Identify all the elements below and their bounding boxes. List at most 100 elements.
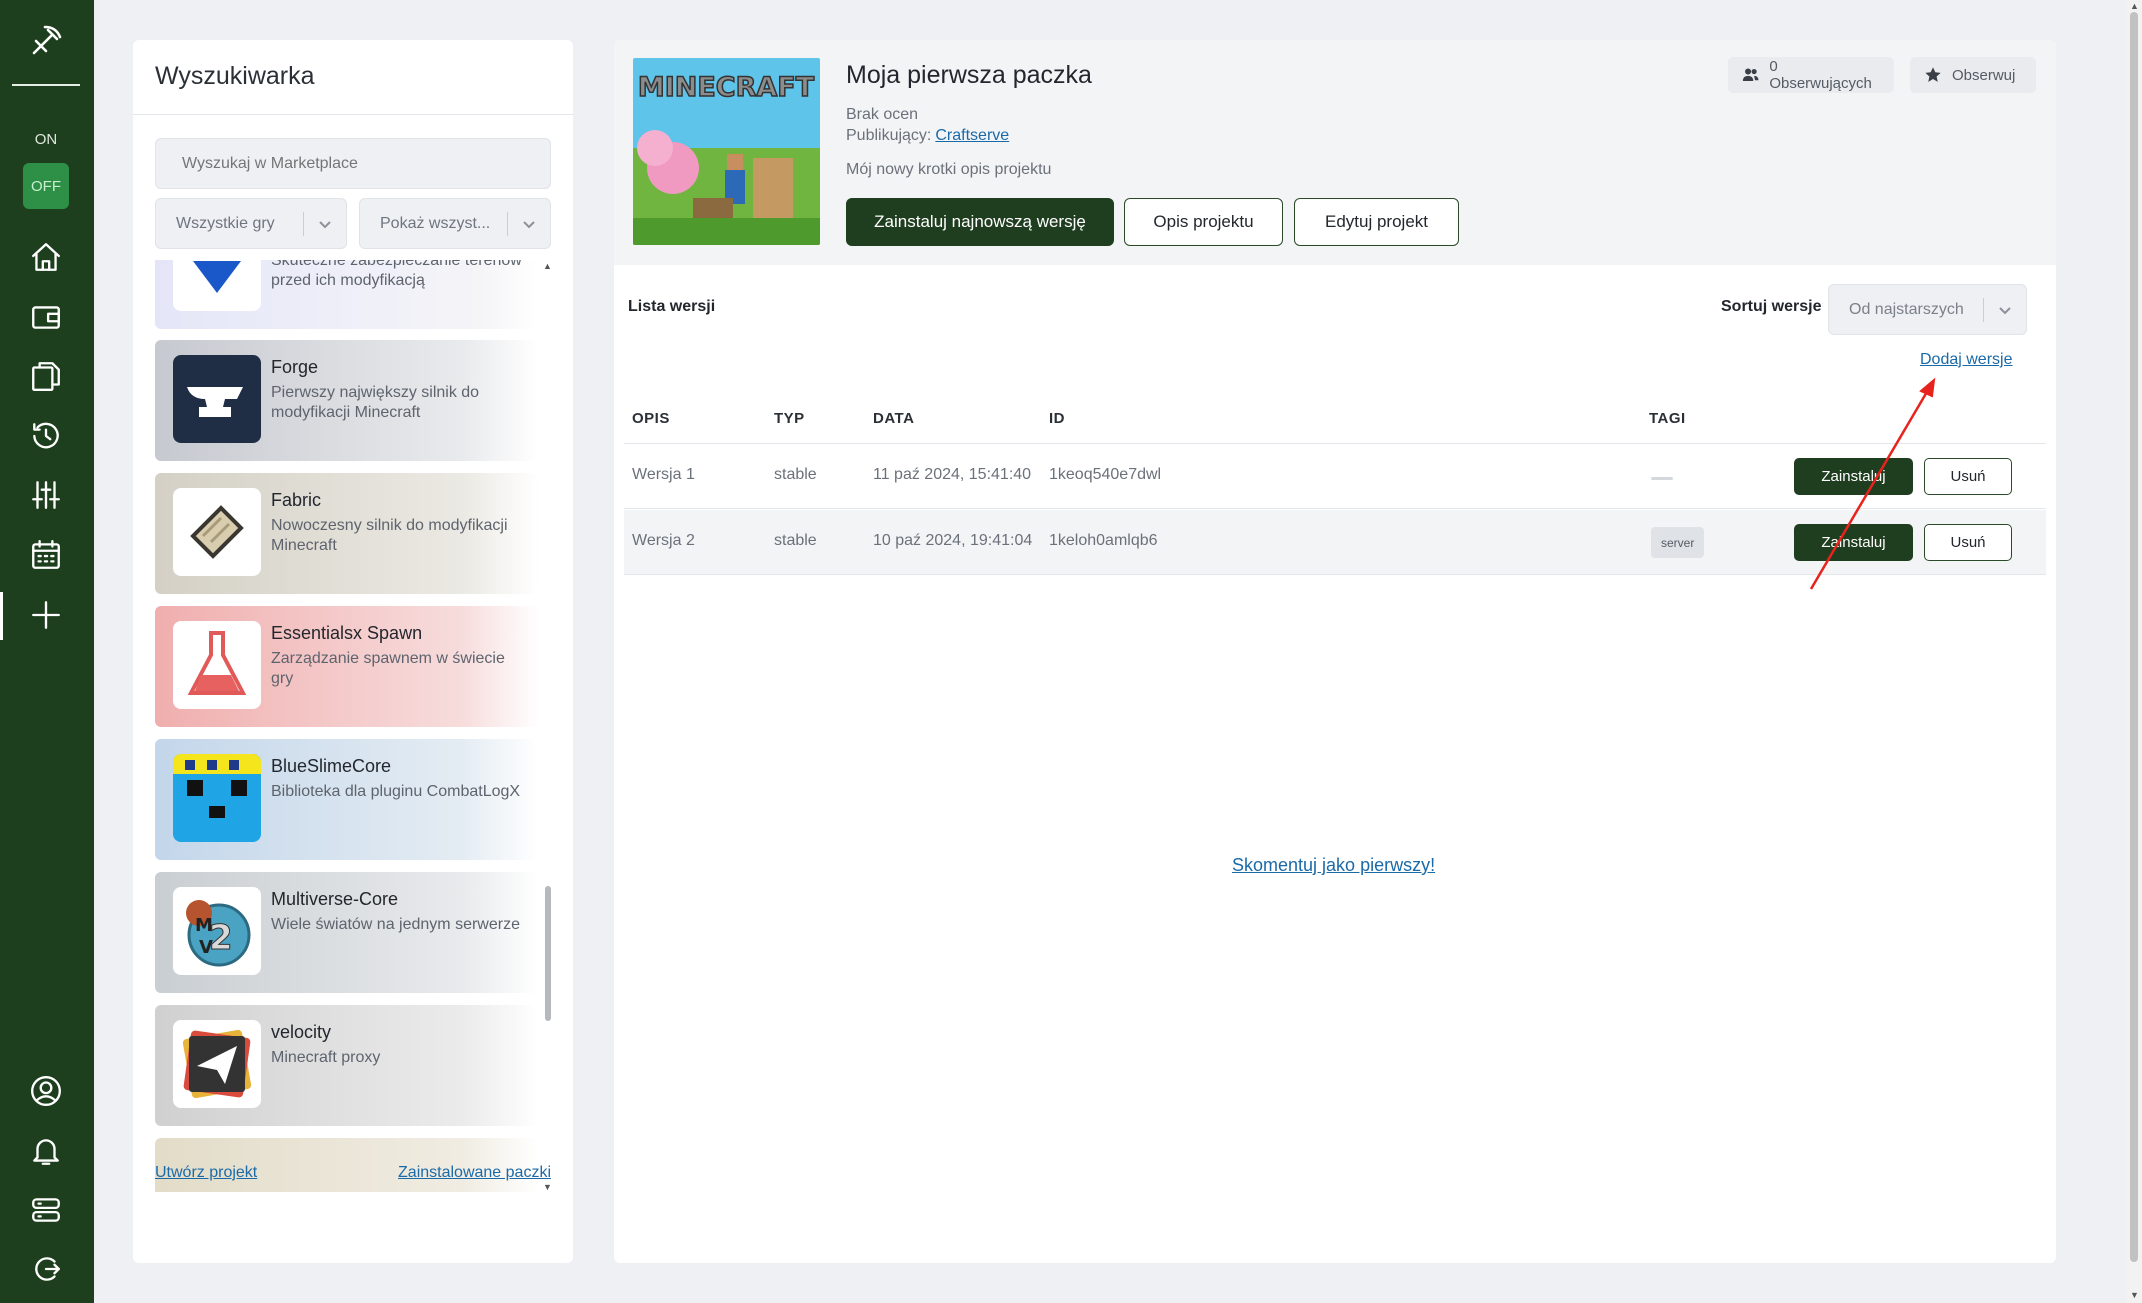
version-name: Wersja 1 [632, 466, 695, 483]
list-item[interactable]: Forge Pierwszy największy silnik do mody… [155, 340, 539, 461]
slime-icon [173, 754, 261, 842]
user-icon[interactable] [23, 1068, 69, 1114]
shield-download-icon [173, 260, 261, 311]
first-comment-link[interactable]: Skomentuj jako pierwszy! [1232, 855, 1435, 876]
show-filter-value: Pokaż wszyst... [380, 214, 491, 232]
project-panel: MINECRAFT Moja pierwsza paczka Brak ocen… [614, 40, 2056, 1263]
minecraft-logo: MINECRAFT [638, 72, 815, 103]
scroll-up-icon[interactable]: ▲ [2130, 1, 2139, 11]
bell-icon[interactable] [23, 1128, 69, 1174]
list-item[interactable]: 2MV Multiverse-Core Wiele światów na jed… [155, 872, 539, 993]
remove-version-button[interactable]: Usuń [1924, 458, 2012, 495]
table-row: Wersja 1 stable 11 paź 2024, 15:41:40 1k… [624, 444, 2046, 509]
remove-version-button[interactable]: Usuń [1924, 524, 2012, 561]
home-icon[interactable] [23, 234, 69, 280]
nav-rail: ON OFF [0, 0, 94, 1303]
list-item-name: Essentialsx Spawn [271, 623, 423, 643]
package-list: Skuteczne zabezpieczanie terenów przed i… [155, 260, 539, 1192]
column-header-typ: TYP [774, 410, 805, 427]
version-date: 11 paź 2024, 15:41:40 [873, 466, 1032, 483]
page-scrollbar[interactable]: ▲ ▼ [2126, 0, 2142, 1303]
column-header-id: ID [1049, 410, 1065, 427]
table-row: Wersja 2 stable 10 paź 2024, 19:41:04 1k… [624, 510, 2046, 575]
svg-text:M: M [195, 915, 213, 936]
version-name: Wersja 2 [632, 532, 695, 549]
paper-plane-icon [173, 1020, 261, 1108]
project-image: MINECRAFT [633, 58, 820, 245]
active-indicator [0, 592, 3, 640]
games-filter-select[interactable]: Wszystkie gry [155, 198, 347, 249]
publisher-label: Publikujący: [846, 127, 932, 144]
pickaxe-logo-icon[interactable] [23, 16, 71, 64]
sort-versions-select[interactable]: Od najstarszych [1828, 284, 2027, 335]
scroll-up-icon[interactable]: ▲ [543, 261, 552, 271]
list-item[interactable]: velocity Minecraft proxy [155, 1005, 539, 1126]
list-item[interactable]: Fabric Nowoczesny silnik do modyfikacji … [155, 473, 539, 594]
version-id: 1keoq540e7dwl [1049, 466, 1162, 483]
page-scrollbar-thumb[interactable] [2130, 12, 2138, 1262]
column-header-opis: OPIS [632, 410, 670, 427]
list-item[interactable]: BlueSlimeCore Biblioteka dla pluginu Com… [155, 739, 539, 860]
list-item-desc: Minecraft proxy [271, 1049, 381, 1066]
install-version-button[interactable]: Zainstaluj [1794, 458, 1913, 495]
users-icon [1742, 68, 1759, 82]
list-item-name: Fabric [271, 490, 322, 510]
scroll-icon [173, 488, 261, 576]
search-input[interactable] [155, 138, 551, 189]
list-item[interactable]: Skuteczne zabezpieczanie terenów przed i… [155, 260, 539, 329]
scroll-down-icon[interactable]: ▼ [543, 1182, 552, 1192]
version-id: 1keloh0amlqb6 [1049, 532, 1158, 549]
followers-count: 0 Obserwujących [1769, 58, 1872, 92]
logout-icon[interactable] [23, 1246, 69, 1292]
project-publisher: Publikujący: Craftserve [846, 127, 1009, 145]
follow-label: Obserwuj [1952, 66, 2016, 84]
add-version-link[interactable]: Dodaj wersje [1920, 351, 2012, 369]
publisher-link[interactable]: Craftserve [935, 127, 1009, 144]
flask-icon [173, 621, 261, 709]
list-item-name: BlueSlimeCore [271, 756, 392, 776]
files-icon[interactable] [23, 353, 69, 399]
version-type: stable [774, 466, 817, 483]
follow-button[interactable]: Obserwuj [1910, 57, 2036, 93]
list-scrollbar[interactable] [545, 886, 551, 1021]
server-on-toggle[interactable]: ON [23, 116, 69, 162]
list-item[interactable]: Essentialsx Spawn Zarządzanie spawnem w … [155, 606, 539, 727]
version-type: stable [774, 532, 817, 549]
versions-title: Lista wersji [628, 298, 716, 315]
version-date: 10 paź 2024, 19:41:04 [873, 532, 1033, 549]
list-item-desc: Wiele światów na jednym serwerze [271, 916, 520, 933]
project-description: Mój nowy krotki opis projektu [846, 161, 1052, 178]
install-latest-button[interactable]: Zainstaluj najnowszą wersję [846, 198, 1114, 246]
project-description-button[interactable]: Opis projektu [1124, 198, 1283, 246]
project-rating: Brak ocen [846, 106, 919, 123]
column-header-data: DATA [873, 410, 915, 427]
create-project-link[interactable]: Utwórz projekt [155, 1164, 257, 1182]
list-item-desc: Skuteczne zabezpieczanie terenów przed i… [271, 260, 522, 289]
install-version-button[interactable]: Zainstaluj [1794, 524, 1913, 561]
chevron-down-icon [508, 216, 550, 232]
scroll-down-icon[interactable]: ▼ [2130, 1290, 2139, 1300]
star-icon [1925, 67, 1941, 82]
installed-packages-link[interactable]: Zainstalowane paczki [398, 1164, 551, 1182]
empty-tag-placeholder [1651, 477, 1673, 480]
plus-icon[interactable] [23, 592, 69, 638]
list-item-name: Forge [271, 357, 319, 377]
server-off-toggle[interactable]: OFF [23, 163, 69, 209]
server-icon[interactable] [23, 1187, 69, 1233]
followers-badge: 0 Obserwujących [1728, 57, 1894, 93]
history-icon[interactable] [23, 413, 69, 459]
list-item-desc: Pierwszy największy silnik do modyfikacj… [271, 384, 480, 421]
list-item-name: velocity [271, 1022, 332, 1042]
wallet-icon[interactable] [23, 294, 69, 340]
project-title: Moja pierwsza paczka [846, 61, 1092, 89]
rail-divider [12, 84, 80, 86]
calendar-icon[interactable] [23, 532, 69, 578]
sliders-icon[interactable] [23, 472, 69, 518]
globe-mv2-icon: 2MV [173, 887, 261, 975]
list-item-desc: Zarządzanie spawnem w świecie gry [271, 650, 505, 687]
edit-project-button[interactable]: Edytuj projekt [1294, 198, 1459, 246]
games-filter-value: Wszystkie gry [176, 214, 275, 232]
show-filter-select[interactable]: Pokaż wszyst... [359, 198, 551, 249]
chevron-down-icon [304, 216, 346, 232]
search-panel: Wyszukiwarka Wszystkie gry Pokaż wszyst.… [133, 40, 573, 1263]
